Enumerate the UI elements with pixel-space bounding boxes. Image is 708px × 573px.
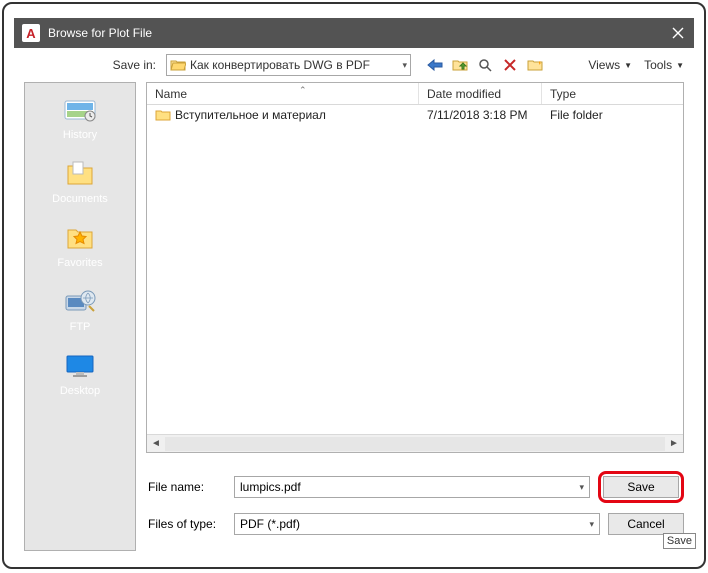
folder-open-icon <box>170 57 186 73</box>
new-folder-button[interactable] <box>525 55 545 75</box>
save-button-highlight: Save <box>598 471 684 503</box>
browse-plot-file-dialog: A Browse for Plot File Save in: Как конв… <box>14 18 694 557</box>
top-row: Save in: Как конвертировать DWG в PDF ▾ <box>14 48 694 82</box>
search-button[interactable] <box>475 55 495 75</box>
sidebar-item-label: Documents <box>52 193 108 205</box>
ftp-icon <box>63 287 97 317</box>
views-label: Views <box>588 58 620 72</box>
column-header-date[interactable]: Date modified <box>419 83 542 104</box>
tooltip: Save <box>663 533 696 549</box>
up-button[interactable] <box>450 55 470 75</box>
chevron-down-icon: ▼ <box>676 61 684 70</box>
titlebar: A Browse for Plot File <box>14 18 694 48</box>
desktop-icon <box>63 351 97 381</box>
filetype-label: Files of type: <box>146 517 234 531</box>
folder-icon <box>155 108 171 122</box>
column-header-name[interactable]: Name <box>147 83 419 104</box>
scroll-right-icon[interactable]: ► <box>665 438 683 449</box>
cancel-button[interactable]: Cancel <box>608 513 684 535</box>
sidebar-item-favorites[interactable]: Favorites <box>57 223 102 269</box>
favorites-icon <box>63 223 97 253</box>
nav-toolbar <box>425 55 545 75</box>
sidebar-item-label: FTP <box>70 321 91 333</box>
scroll-left-icon[interactable]: ◄ <box>147 438 165 449</box>
history-icon <box>63 95 97 125</box>
save-in-dropdown[interactable]: Как конвертировать DWG в PDF ▾ <box>166 54 411 76</box>
sidebar-item-label: Favorites <box>57 257 102 269</box>
bottom-form: File name: ▾ Save Files of type: ▾ <box>146 453 684 551</box>
sidebar-item-documents[interactable]: Documents <box>52 159 108 205</box>
save-button[interactable]: Save <box>603 476 679 498</box>
save-in-label: Save in: <box>14 58 166 72</box>
filename-input[interactable] <box>234 476 590 498</box>
places-sidebar: History Documents Favorites FTP <box>24 82 136 551</box>
column-header-type[interactable]: Type <box>542 83 683 104</box>
horizontal-scrollbar[interactable]: ◄ ► <box>147 434 683 452</box>
file-list: ⌃ Name Date modified Type Вступительное … <box>146 82 684 453</box>
delete-button[interactable] <box>500 55 520 75</box>
sidebar-item-desktop[interactable]: Desktop <box>60 351 100 397</box>
tools-menu[interactable]: Tools ▼ <box>644 58 684 72</box>
documents-icon <box>63 159 97 189</box>
views-menu[interactable]: Views ▼ <box>588 58 632 72</box>
file-row[interactable]: Вступительное и материал 7/11/2018 3:18 … <box>147 105 683 125</box>
chevron-down-icon: ▾ <box>402 60 407 71</box>
close-button[interactable] <box>670 25 686 41</box>
file-rows: Вступительное и материал 7/11/2018 3:18 … <box>147 105 683 434</box>
sidebar-item-label: Desktop <box>60 385 100 397</box>
sort-indicator-icon: ⌃ <box>299 85 307 96</box>
sidebar-item-ftp[interactable]: FTP <box>63 287 97 333</box>
sidebar-item-label: History <box>63 129 97 141</box>
window-title: Browse for Plot File <box>48 26 670 40</box>
sidebar-item-history[interactable]: History <box>63 95 97 141</box>
chevron-down-icon: ▼ <box>624 61 632 70</box>
scroll-track[interactable] <box>165 437 665 451</box>
current-directory: Как конвертировать DWG в PDF <box>190 58 402 72</box>
file-date: 7/11/2018 3:18 PM <box>419 108 542 122</box>
filename-label: File name: <box>146 480 234 494</box>
file-type: File folder <box>542 108 683 122</box>
file-name: Вступительное и материал <box>175 108 326 122</box>
filetype-dropdown[interactable] <box>234 513 600 535</box>
back-button[interactable] <box>425 55 445 75</box>
column-headers: ⌃ Name Date modified Type <box>147 83 683 105</box>
tools-label: Tools <box>644 58 672 72</box>
app-icon: A <box>22 24 40 42</box>
